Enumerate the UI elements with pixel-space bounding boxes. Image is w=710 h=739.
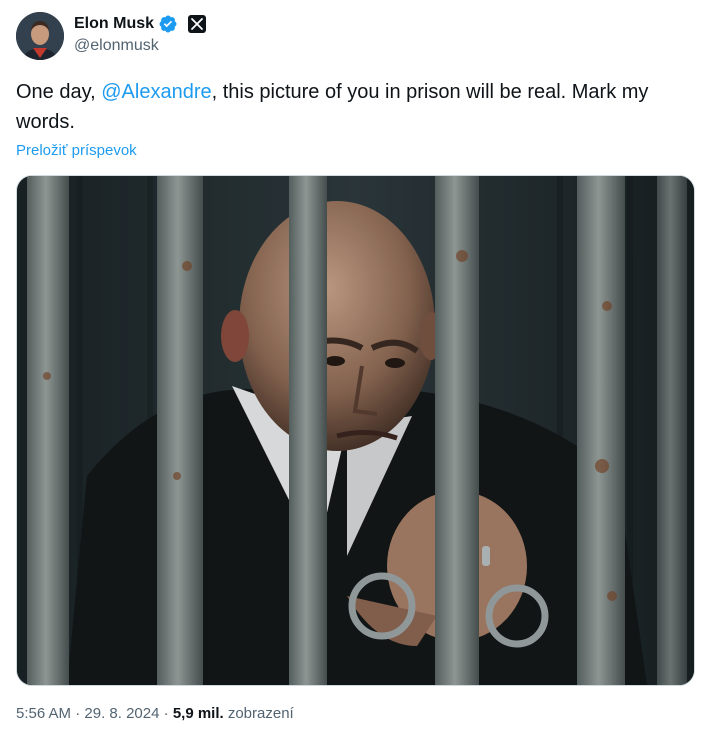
avatar-image bbox=[16, 12, 64, 60]
author-name-row: Elon Musk bbox=[74, 13, 207, 35]
prison-photo bbox=[17, 176, 694, 685]
tweet-time[interactable]: 5:56 AM bbox=[16, 705, 71, 722]
x-logo-icon[interactable] bbox=[188, 15, 207, 33]
view-count-label: zobrazení bbox=[223, 705, 294, 722]
tweet-media-image[interactable] bbox=[16, 175, 695, 686]
avatar[interactable] bbox=[16, 12, 64, 60]
tweet-date[interactable]: 29. 8. 2024 bbox=[84, 705, 159, 722]
mention-link[interactable]: @Alexandre bbox=[101, 81, 211, 103]
meta-separator: · bbox=[159, 705, 173, 722]
tweet-text: One day, @Alexandre, this picture of you… bbox=[16, 77, 692, 137]
tweet-text-before: One day, bbox=[16, 81, 102, 103]
verified-badge-icon[interactable] bbox=[158, 14, 178, 34]
translate-post-link[interactable]: Preložiť príspevok bbox=[16, 142, 137, 159]
view-count: 5,9 mil. bbox=[172, 705, 224, 722]
tweet-meta: 5:56 AM · 29. 8. 2024 · 5,9 mil. zobraze… bbox=[16, 705, 294, 722]
author-handle[interactable]: @elonmusk bbox=[74, 37, 159, 55]
meta-separator: · bbox=[71, 705, 85, 722]
author-name[interactable]: Elon Musk bbox=[74, 15, 154, 33]
